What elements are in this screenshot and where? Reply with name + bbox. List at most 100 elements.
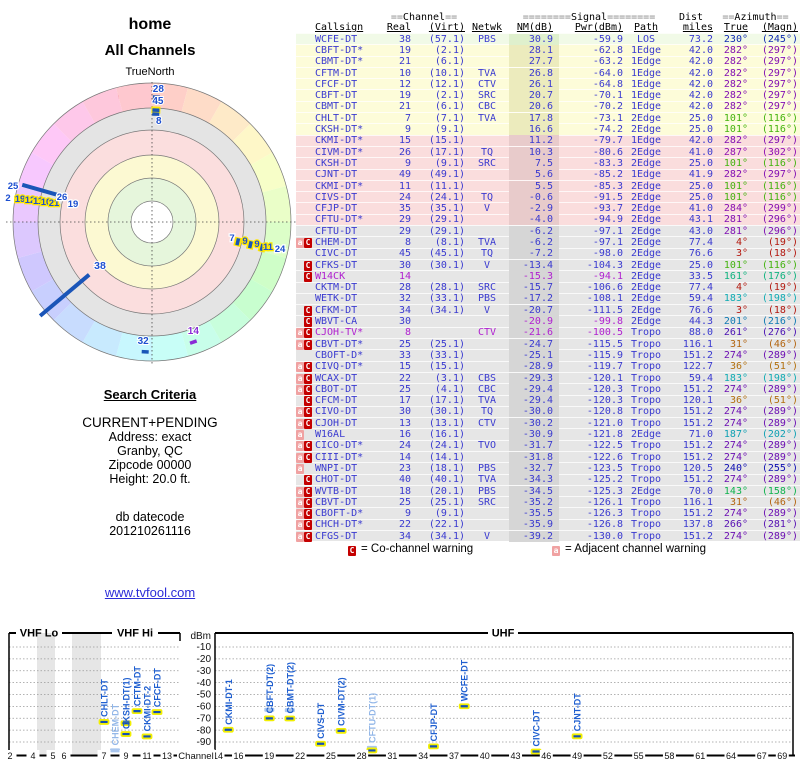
cell-true-azimuth: 230° xyxy=(723,33,748,45)
cell-path: 2Edge xyxy=(630,157,662,169)
channel-number-label: 28 xyxy=(153,84,165,95)
warning-slot-c: C xyxy=(304,452,313,463)
channel-number-label: 45 xyxy=(152,96,164,107)
table-row: CFCF-DT 12 (12.1) CTV 26.1 -64.8 1Edge 42.0 282°… xyxy=(296,78,800,90)
co-channel-warning-badge: C xyxy=(304,271,312,282)
cell-virtual-channel: (12.1) xyxy=(428,78,465,90)
co-channel-warning-badge: C xyxy=(304,441,312,452)
cell-virtual-channel: (29.1) xyxy=(428,225,465,237)
cell-path: Tropo xyxy=(630,361,662,373)
cell-callsign: CFKM-DT xyxy=(315,304,358,316)
cell-power: -111.5 xyxy=(586,304,623,316)
cell-callsign: CIII-DT* xyxy=(315,451,364,463)
cell-virtual-channel: (15.1) xyxy=(428,361,465,373)
cell-callsign: CIVS-DT xyxy=(315,191,358,203)
cell-true-azimuth: 282° xyxy=(723,135,748,147)
cell-path: Tropo xyxy=(630,519,662,531)
cell-magnetic-azimuth: (216°) xyxy=(761,316,798,328)
cell-magnetic-azimuth: (297°) xyxy=(761,169,798,181)
cell-magnetic-azimuth: (289°) xyxy=(761,530,798,542)
cell-distance: 151.2 xyxy=(682,383,713,395)
table-row: C CFKS-DT 30 (30.1) V -13.4 -104.3 2Edge 25.0 101… xyxy=(296,258,800,271)
warning-slot-a: a xyxy=(296,361,304,373)
cell-virtual-channel: (29.1) xyxy=(428,214,465,226)
cell-path: Tropo xyxy=(630,530,662,542)
table-row: a C CIVQ-DT* 15 (15.1) -28.9 -119.7 Tropo 122.7 3… xyxy=(296,360,800,373)
cell-distance: 43.1 xyxy=(688,214,713,226)
table-row: CBFT-DT 19 (2.1) SRC 20.7 -70.1 1Edge 42.0 282° (… xyxy=(296,89,800,102)
adjacent-warning-badge: a xyxy=(296,486,304,497)
co-channel-warning-badge: C xyxy=(304,396,312,407)
x-tick-label: 34 xyxy=(418,751,428,761)
search-zipcode: Zipcode 00000 xyxy=(108,458,192,472)
warning-slot-c: C xyxy=(304,474,313,486)
cell-virtual-channel: (6.1) xyxy=(434,56,465,68)
cell-true-azimuth: 4° xyxy=(735,282,748,294)
y-tick-label: -60 xyxy=(197,702,212,713)
cell-path: 1Edge xyxy=(630,101,662,113)
cell-noise-margin: -34.5 xyxy=(509,485,559,497)
cell-callsign: WCAX-DT xyxy=(315,372,358,384)
cell-true-azimuth: 31° xyxy=(729,338,748,350)
cell-real-channel: 34 xyxy=(398,304,411,316)
cell-noise-margin: -35.2 xyxy=(509,496,559,508)
cell-callsign: CFGS-DT xyxy=(315,530,358,542)
search-criteria-heading: Search Criteria xyxy=(103,387,197,402)
cell-distance: 42.0 xyxy=(688,90,713,102)
cell-noise-margin: 20.7 xyxy=(509,90,559,102)
cell-magnetic-azimuth: (281°) xyxy=(761,519,798,531)
signal-bar xyxy=(120,731,132,737)
cell-callsign: CFCF-DT xyxy=(315,78,358,90)
table-column-header: Callsign Real (Virt) Netwk NM(dB) Pwr(dB… xyxy=(296,22,800,33)
cell-magnetic-azimuth: (296°) xyxy=(761,225,798,237)
cell-virtual-channel: (16.1) xyxy=(428,429,465,441)
channel-number-label: 24 xyxy=(275,244,286,255)
cell-path: 1Edge xyxy=(630,67,662,79)
cell-distance: 76.6 xyxy=(688,304,713,316)
cell-magnetic-azimuth: (116°) xyxy=(761,157,798,169)
cell-network: SRC xyxy=(477,496,497,508)
cell-real-channel: 14 xyxy=(398,270,411,282)
x-tick-label: 49 xyxy=(572,751,582,761)
x-tick-label: 22 xyxy=(295,751,305,761)
cell-distance: 70.0 xyxy=(688,485,713,497)
warning-slot-c: C xyxy=(304,508,313,520)
tvfool-link[interactable]: www.tvfool.com xyxy=(105,585,195,600)
adjacent-warning-badge: a xyxy=(296,497,304,508)
cell-network: CBC xyxy=(477,101,497,113)
warning-slot-a: a xyxy=(296,327,304,339)
cell-real-channel: 9 xyxy=(404,157,411,169)
cell-power: -70.2 xyxy=(592,101,623,113)
cell-network: TQ xyxy=(480,406,494,418)
y-tick-label: -30 xyxy=(197,666,212,677)
cell-power: -59.9 xyxy=(592,33,623,45)
table-row: a C WVTB-DT 18 (20.1) PBS -34.5 -125.3 2Edge 70.0… xyxy=(296,484,800,497)
cell-path: 2Edge xyxy=(630,146,662,158)
cell-noise-margin: -34.3 xyxy=(509,474,559,486)
cell-noise-margin: 30.9 xyxy=(509,33,559,45)
table-row: CKMI-DT* 11 (11.1) 5.5 -85.3 2Edge 25.0 101° (11… xyxy=(296,179,800,192)
cell-noise-margin: 26.8 xyxy=(509,67,559,79)
cell-magnetic-azimuth: (255°) xyxy=(761,462,798,474)
cell-network: V xyxy=(483,530,491,542)
cell-noise-margin: 11.2 xyxy=(509,135,559,147)
table-row: CFTU-DT* 29 (29.1) -4.0 -94.9 2Edge 43.1 281° (2… xyxy=(296,213,800,226)
cell-distance: 120.1 xyxy=(682,395,713,407)
cell-true-azimuth: 281° xyxy=(723,214,748,226)
cell-distance: 41.9 xyxy=(688,169,713,181)
y-tick-label: -40 xyxy=(197,678,212,689)
adjacent-warning-badge: a xyxy=(296,463,304,474)
cell-virtual-channel: (14.1) xyxy=(428,451,465,463)
y-axis-title: dBm xyxy=(190,631,211,642)
cell-callsign: CJNT-DT xyxy=(315,169,358,181)
table-row: a C CBVT-DT 25 (25.1) SRC -35.2 -126.1 Tropo 116.… xyxy=(296,496,800,508)
cell-true-azimuth: 282° xyxy=(723,169,748,181)
cell-magnetic-azimuth: (276°) xyxy=(761,327,798,339)
cell-true-azimuth: 274° xyxy=(723,406,748,418)
col-netwk: Netwk xyxy=(471,22,503,33)
group-header-signal: ========Signal======== xyxy=(522,11,656,23)
cell-noise-margin: 7.5 xyxy=(509,157,559,169)
cell-noise-margin: -17.2 xyxy=(509,293,559,305)
cell-path: 1Edge xyxy=(630,44,662,56)
table-row: a C CBOT-DT 25 (4.1) CBC -29.4 -120.3 Tropo 151.2… xyxy=(296,383,800,395)
